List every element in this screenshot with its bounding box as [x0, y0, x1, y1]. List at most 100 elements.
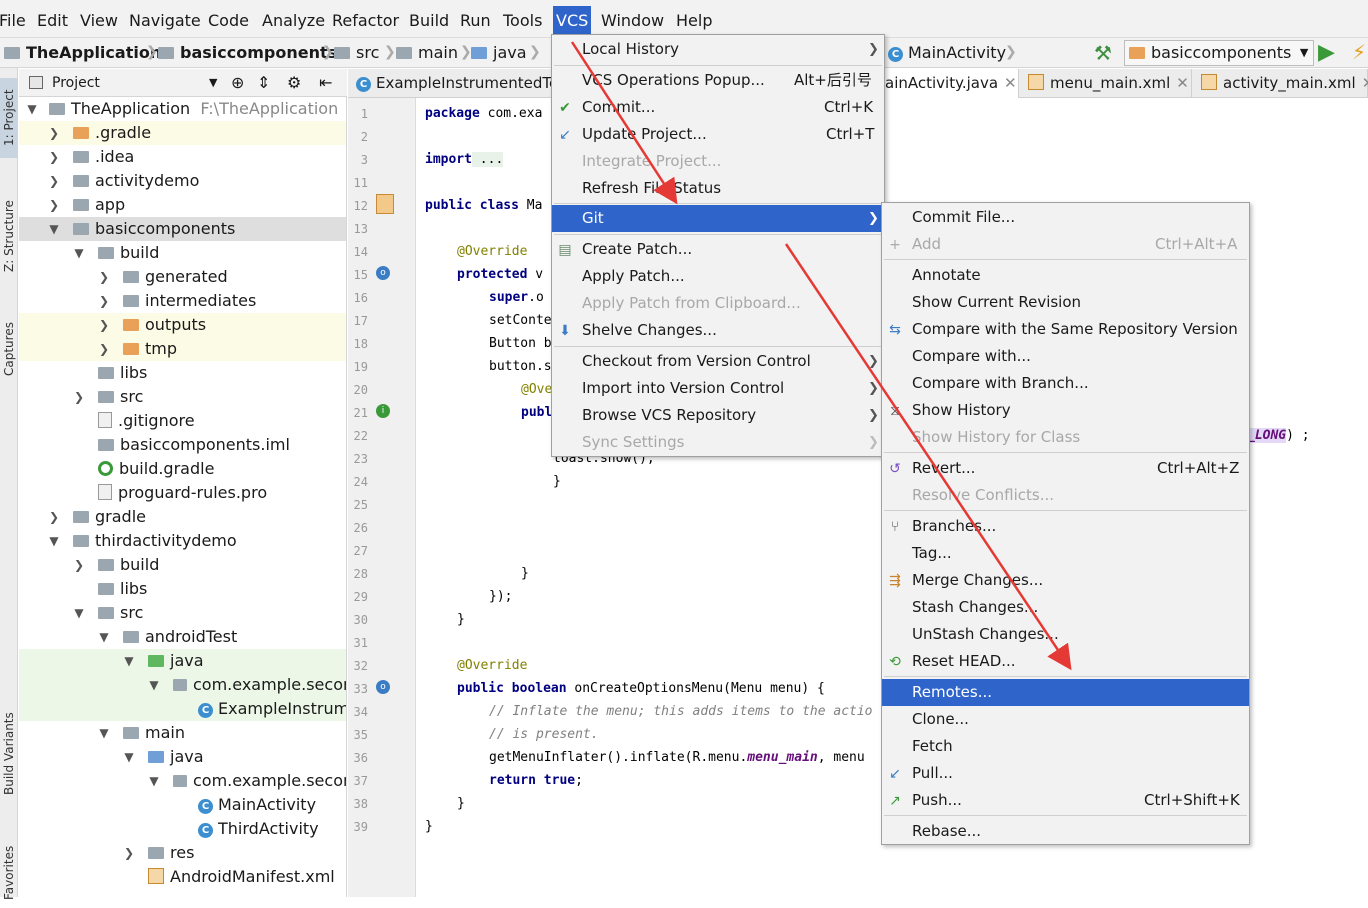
tree-item-thirdactivitydemo[interactable]: ▼ thirdactivitydemo — [19, 529, 346, 553]
run-configuration-select[interactable]: basiccomponents ▼ — [1124, 40, 1315, 66]
tree-item-libs-2[interactable]: libs — [19, 577, 346, 601]
tree-item-src[interactable]: ❯ src — [19, 385, 346, 409]
hammer-icon[interactable]: ⚒ — [1094, 41, 1112, 65]
tree-item-java-test[interactable]: ▼ java — [19, 649, 346, 673]
menu-item-apply-patch[interactable]: Apply Patch... — [552, 263, 884, 290]
tool-tab-captures[interactable]: Captures — [0, 314, 18, 384]
menu-item-git[interactable]: Git ❯ — [552, 205, 884, 232]
tree-item-build-2[interactable]: ❯ build — [19, 553, 346, 577]
breadcrumb-src[interactable]: src — [334, 42, 379, 64]
menu-item-vcs-operations-popup[interactable]: VCS Operations Popup... Alt+后引号 — [552, 67, 884, 94]
breadcrumb-main[interactable]: main — [396, 42, 458, 64]
tree-item-tmp[interactable]: ❯ tmp — [19, 337, 346, 361]
implement-icon[interactable]: i — [376, 404, 390, 418]
menu-item-apply-patch-clipboard[interactable]: Apply Patch from Clipboard... — [552, 290, 884, 317]
menu-view[interactable]: View — [77, 8, 121, 34]
menu-item-browse-vcs[interactable]: Browse VCS Repository ❯ — [552, 402, 884, 429]
breadcrumb-project[interactable]: TheApplication — [4, 42, 161, 64]
menu-item-refresh-file-status[interactable]: Refresh File Status — [552, 175, 884, 202]
menu-item-commit[interactable]: ✔ Commit... Ctrl+K — [552, 94, 884, 121]
tree-item-gradle-dir[interactable]: ❯ .gradle — [19, 121, 346, 145]
tree-item-activitydemo[interactable]: ❯ activitydemo — [19, 169, 346, 193]
menu-run[interactable]: Run — [457, 8, 494, 34]
menu-help[interactable]: Help — [673, 8, 715, 34]
menu-tools[interactable]: Tools — [500, 8, 545, 34]
tab-menu-main[interactable]: menu_main.xml ✕ — [1020, 69, 1192, 98]
menu-item-compare-with[interactable]: Compare with... — [882, 343, 1249, 370]
tree-item-package-test[interactable]: ▼ com.example.seconc — [19, 673, 346, 697]
breadcrumb-class[interactable]: C MainActivity — [888, 42, 1006, 64]
menu-item-update-project[interactable]: ↙ Update Project... Ctrl+T — [552, 121, 884, 148]
tree-item-example-instrumented[interactable]: C ExampleInstrume — [19, 697, 346, 721]
menu-item-compare-same-repo[interactable]: ⇆ Compare with the Same Repository Versio… — [882, 316, 1249, 343]
menu-item-annotate[interactable]: Annotate — [882, 262, 1249, 289]
tree-item-gitignore[interactable]: .gitignore — [19, 409, 346, 433]
tree-item-manifest[interactable]: AndroidManifest.xml — [19, 865, 346, 889]
tree-item-proguard[interactable]: proguard-rules.pro — [19, 481, 346, 505]
tree-item-package-main[interactable]: ▼ com.example.seconc — [19, 769, 346, 793]
menu-item-pull[interactable]: ↙ Pull... — [882, 760, 1249, 787]
tree-item-outputs[interactable]: ❯ outputs — [19, 313, 346, 337]
menu-vcs[interactable]: VCS — [553, 6, 592, 36]
run-icon[interactable]: ▶ — [1318, 40, 1335, 65]
tree-item-thirdactivity[interactable]: C ThirdActivity — [19, 817, 346, 841]
menu-refactor[interactable]: Refactor — [329, 8, 402, 34]
tree-item-main[interactable]: ▼ main — [19, 721, 346, 745]
tree-item-generated[interactable]: ❯ generated — [19, 265, 346, 289]
menu-edit[interactable]: Edit — [34, 8, 71, 34]
menu-item-show-history-class[interactable]: Show History for Class — [882, 424, 1249, 451]
menu-item-commit-file[interactable]: Commit File... — [882, 204, 1249, 231]
menu-item-rebase[interactable]: Rebase... — [882, 818, 1249, 845]
tree-item-androidtest[interactable]: ▼ androidTest — [19, 625, 346, 649]
breadcrumb-module[interactable]: basiccomponents — [158, 42, 337, 64]
tree-item-src-2[interactable]: ▼ src — [19, 601, 346, 625]
tree-item-theapplication[interactable]: ▼ TheApplication F:\TheApplication — [19, 97, 346, 121]
hide-panel-icon[interactable]: ⇤ — [319, 69, 332, 97]
menu-item-tag[interactable]: Tag... — [882, 540, 1249, 567]
menu-item-stash-changes[interactable]: Stash Changes... — [882, 594, 1249, 621]
tree-item-build-gradle[interactable]: build.gradle — [19, 457, 346, 481]
menu-item-clone[interactable]: Clone... — [882, 706, 1249, 733]
menu-item-reset-head[interactable]: ⟲ Reset HEAD... — [882, 648, 1249, 675]
override-icon[interactable]: o — [376, 680, 390, 694]
tree-item-idea[interactable]: ❯ .idea — [19, 145, 346, 169]
tool-tab-structure[interactable]: Z: Structure — [0, 186, 18, 286]
tree-item-app[interactable]: ❯ app — [19, 193, 346, 217]
menu-item-remotes[interactable]: Remotes... — [882, 679, 1249, 706]
menu-item-resolve-conflicts[interactable]: Resolve Conflicts... — [882, 482, 1249, 509]
tree-item-build[interactable]: ▼ build — [19, 241, 346, 265]
close-icon[interactable]: ✕ — [1004, 74, 1017, 92]
tool-tab-project[interactable]: 1: Project — [0, 78, 18, 158]
instant-run-icon[interactable]: ⚡ — [1352, 40, 1366, 64]
tree-item-mainactivity[interactable]: C MainActivity — [19, 793, 346, 817]
locate-icon[interactable]: ⊕ — [231, 69, 244, 97]
menu-item-sync-settings[interactable]: Sync Settings ❯ — [552, 429, 884, 456]
menu-item-push[interactable]: ↗ Push... Ctrl+Shift+K — [882, 787, 1249, 814]
menu-item-fetch[interactable]: Fetch — [882, 733, 1249, 760]
gear-icon[interactable]: ⚙ — [287, 69, 301, 97]
tree-item-gradle[interactable]: ❯ gradle — [19, 505, 346, 529]
menu-item-create-patch[interactable]: ▤ Create Patch... — [552, 236, 884, 263]
menu-analyze[interactable]: Analyze — [259, 8, 328, 34]
breadcrumb-java[interactable]: java — [471, 42, 527, 64]
menu-window[interactable]: Window — [598, 8, 667, 34]
menu-item-unstash-changes[interactable]: UnStash Changes... — [882, 621, 1249, 648]
menu-item-merge-changes[interactable]: ⇶ Merge Changes... — [882, 567, 1249, 594]
tree-item-java-main[interactable]: ▼ java — [19, 745, 346, 769]
close-icon[interactable]: ✕ — [1176, 74, 1189, 92]
menu-item-import-vcs[interactable]: Import into Version Control ❯ — [552, 375, 884, 402]
menu-item-local-history[interactable]: Local History ❯ — [552, 36, 884, 63]
project-view-label[interactable]: Project — [52, 69, 100, 97]
menu-item-shelve-changes[interactable]: ⬇ Shelve Changes... — [552, 317, 884, 344]
menu-item-compare-branch[interactable]: Compare with Branch... — [882, 370, 1249, 397]
close-icon[interactable]: ✕ — [1362, 74, 1368, 92]
menu-file[interactable]: File — [0, 8, 29, 34]
tree-item-libs[interactable]: libs — [19, 361, 346, 385]
menu-item-revert[interactable]: ↺ Revert... Ctrl+Alt+Z — [882, 455, 1249, 482]
menu-item-checkout-vcs[interactable]: Checkout from Version Control ❯ — [552, 348, 884, 375]
tree-item-intermediates[interactable]: ❯ intermediates — [19, 289, 346, 313]
tab-activity-main[interactable]: activity_main.xml ✕ — [1193, 69, 1368, 98]
menu-item-show-current-revision[interactable]: Show Current Revision — [882, 289, 1249, 316]
tab-mainactivity[interactable]: ainActivity.java ✕ — [877, 69, 1019, 98]
tree-item-res[interactable]: ❯ res — [19, 841, 346, 865]
